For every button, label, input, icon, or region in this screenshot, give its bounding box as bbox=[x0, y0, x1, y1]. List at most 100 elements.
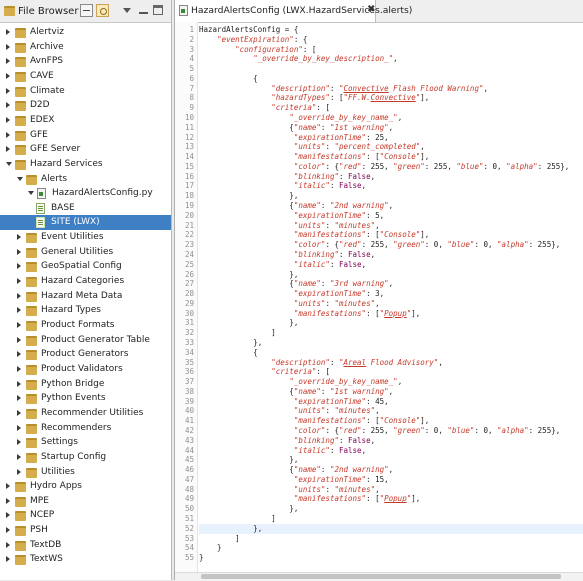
tree-item[interactable]: Python Bridge bbox=[0, 377, 171, 392]
tree-item[interactable]: HazardAlertsConfig.py bbox=[0, 186, 171, 201]
code-line[interactable]: { bbox=[199, 348, 583, 358]
collapse-arrow-icon[interactable] bbox=[6, 131, 10, 138]
tree-item[interactable]: Utilities bbox=[0, 465, 171, 480]
collapse-arrow-icon[interactable] bbox=[17, 424, 21, 431]
tree-item[interactable]: AvnFPS bbox=[0, 54, 171, 69]
code-line[interactable]: } bbox=[199, 543, 583, 553]
expand-arrow-icon[interactable] bbox=[17, 176, 23, 181]
collapse-arrow-icon[interactable] bbox=[17, 248, 21, 255]
tree-item[interactable]: Startup Config bbox=[0, 450, 171, 465]
code-line[interactable]: "color": {"red": 255, "green": 255, "blu… bbox=[199, 162, 583, 172]
tree-item[interactable]: GFE bbox=[0, 128, 171, 143]
code-line[interactable]: "criteria": [ bbox=[199, 367, 583, 377]
collapse-arrow-icon[interactable] bbox=[6, 116, 10, 123]
collapse-arrow-icon[interactable] bbox=[6, 87, 10, 94]
collapse-arrow-icon[interactable] bbox=[17, 336, 21, 343]
code-line[interactable]: ] bbox=[199, 514, 583, 524]
tree-item[interactable]: Product Generators bbox=[0, 347, 171, 362]
collapse-arrow-icon[interactable] bbox=[17, 351, 21, 358]
code-line[interactable]: "expirationTime": 3, bbox=[199, 289, 583, 299]
tree-item[interactable]: Recommenders bbox=[0, 421, 171, 436]
collapse-arrow-icon[interactable] bbox=[6, 512, 10, 519]
tree-item[interactable]: Hazard Categories bbox=[0, 274, 171, 289]
code-editor[interactable]: HazardAlertsConfig = { "eventExpiration"… bbox=[199, 22, 583, 574]
code-line[interactable]: "eventExpiration": { bbox=[199, 35, 583, 45]
collapse-arrow-icon[interactable] bbox=[17, 292, 21, 299]
tree-item[interactable]: Product Validators bbox=[0, 362, 171, 377]
code-line[interactable] bbox=[199, 64, 583, 74]
code-line[interactable]: HazardAlertsConfig = { bbox=[199, 25, 583, 35]
code-line[interactable]: {"name": "2nd warning", bbox=[199, 201, 583, 211]
code-line[interactable]: "units": "percent_completed", bbox=[199, 142, 583, 152]
tree-item[interactable]: PSH bbox=[0, 523, 171, 538]
code-line[interactable]: "expirationTime": 45, bbox=[199, 397, 583, 407]
tree-item[interactable]: Hydro Apps bbox=[0, 479, 171, 494]
collapse-arrow-icon[interactable] bbox=[6, 497, 10, 504]
code-line[interactable]: {"name": "3rd warning", bbox=[199, 279, 583, 289]
code-line[interactable]: "description": "Convective Flash Flood W… bbox=[199, 84, 583, 94]
tree-item[interactable]: D2D bbox=[0, 98, 171, 113]
collapse-arrow-icon[interactable] bbox=[17, 468, 21, 475]
tree-item[interactable]: Hazard Meta Data bbox=[0, 289, 171, 304]
tree-item[interactable]: Event Utilities bbox=[0, 230, 171, 245]
code-line[interactable]: }, bbox=[199, 523, 583, 534]
code-line[interactable]: } bbox=[199, 553, 583, 563]
code-line[interactable]: "manifestations": ["Popup"], bbox=[199, 494, 583, 504]
code-line[interactable]: ] bbox=[199, 534, 583, 544]
code-line[interactable]: {"name": "1st warning", bbox=[199, 123, 583, 133]
code-line[interactable]: "italic": False, bbox=[199, 446, 583, 456]
code-line[interactable]: }, bbox=[199, 191, 583, 201]
collapse-arrow-icon[interactable] bbox=[17, 439, 21, 446]
collapse-arrow-icon[interactable] bbox=[17, 322, 21, 328]
code-line[interactable]: "manifestations": ["Console"], bbox=[199, 152, 583, 162]
collapse-arrow-icon[interactable] bbox=[6, 102, 10, 109]
code-line[interactable]: }, bbox=[199, 338, 583, 348]
code-line[interactable]: "manifestations": ["Console"], bbox=[199, 230, 583, 240]
tree-item[interactable]: Alerts bbox=[0, 172, 171, 187]
code-line[interactable]: "units": "minutes", bbox=[199, 299, 583, 309]
code-line[interactable]: "expirationTime": 15, bbox=[199, 475, 583, 485]
editor-tab[interactable]: HazardAlertsConfig (LWX.HazardServices.a… bbox=[175, 0, 412, 22]
tree-item[interactable]: Hazard Services bbox=[0, 157, 171, 172]
collapse-arrow-icon[interactable] bbox=[17, 234, 21, 241]
code-line[interactable]: }, bbox=[199, 318, 583, 328]
code-line[interactable]: "italic": False, bbox=[199, 260, 583, 270]
code-line[interactable]: "units": "minutes", bbox=[199, 221, 583, 231]
collapse-arrow-icon[interactable] bbox=[6, 29, 10, 35]
code-line[interactable]: "_override_by_key_name_", bbox=[199, 377, 583, 387]
expand-arrow-icon[interactable] bbox=[6, 161, 12, 166]
code-line[interactable]: "manifestations": ["Popup"], bbox=[199, 309, 583, 319]
collapse-arrow-icon[interactable] bbox=[17, 380, 21, 387]
collapse-arrow-icon[interactable] bbox=[17, 409, 21, 416]
tree-item[interactable]: TextDB bbox=[0, 538, 171, 553]
code-line[interactable]: "expirationTime": 25, bbox=[199, 133, 583, 143]
collapse-arrow-icon[interactable] bbox=[6, 527, 10, 534]
tree-item[interactable]: EDEX bbox=[0, 113, 171, 128]
tree-item[interactable]: Hazard Types bbox=[0, 303, 171, 318]
code-line[interactable]: ] bbox=[199, 328, 583, 338]
code-line[interactable]: "blinking": False, bbox=[199, 436, 583, 446]
collapse-arrow-icon[interactable] bbox=[17, 453, 21, 460]
tree-item[interactable]: CAVE bbox=[0, 69, 171, 84]
code-line[interactable]: }, bbox=[199, 270, 583, 280]
code-line[interactable]: "criteria": [ bbox=[199, 103, 583, 113]
collapse-arrow-icon[interactable] bbox=[17, 263, 21, 270]
code-line[interactable]: }, bbox=[199, 504, 583, 514]
code-line[interactable]: "units": "minutes", bbox=[199, 485, 583, 495]
tree-item[interactable]: Settings bbox=[0, 435, 171, 450]
expand-arrow-icon[interactable] bbox=[28, 191, 34, 196]
tree-item[interactable]: Product Generator Table bbox=[0, 333, 171, 348]
collapse-arrow-icon[interactable] bbox=[6, 541, 10, 548]
code-line[interactable]: "units": "minutes", bbox=[199, 406, 583, 416]
tree-item[interactable]: Product Formats bbox=[0, 318, 171, 333]
scrollbar-thumb[interactable] bbox=[201, 574, 561, 579]
view-menu-icon[interactable] bbox=[121, 4, 134, 17]
tree-item[interactable]: Climate bbox=[0, 84, 171, 99]
file-browser-tab[interactable]: File Browser bbox=[4, 4, 78, 18]
close-tab-icon[interactable]: ✖ bbox=[367, 4, 375, 16]
tree-item[interactable]: MPE bbox=[0, 494, 171, 509]
code-line[interactable]: {"name": "1st warning", bbox=[199, 387, 583, 397]
code-line[interactable]: "_override_by_key_name_", bbox=[199, 113, 583, 123]
collapse-arrow-icon[interactable] bbox=[6, 72, 10, 79]
code-line[interactable]: {"name": "2nd warning", bbox=[199, 465, 583, 475]
